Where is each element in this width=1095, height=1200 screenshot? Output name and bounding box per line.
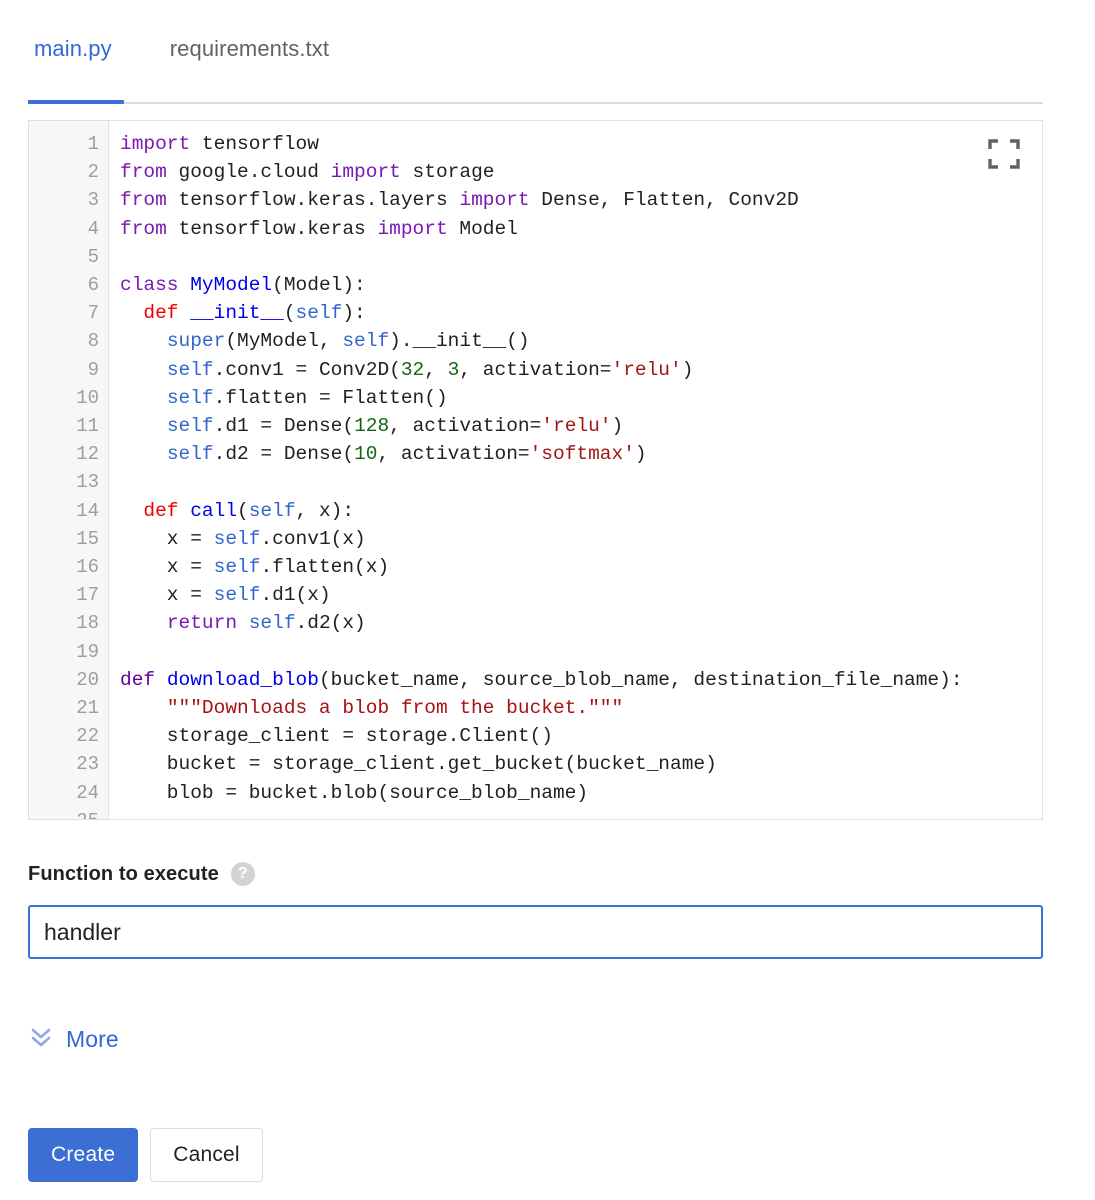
code-line: bucket = storage_client.get_bucket(bucke… [120,753,717,776]
tab-list: main.py requirements.txt [28,36,1043,82]
line-number: 6 [87,274,99,297]
line-number: 13 [76,471,99,494]
line-number: 23 [76,753,99,776]
code-line: x = self.conv1(x) [120,527,366,550]
line-number: 1 [87,133,99,155]
line-number: 24 [76,781,99,804]
action-buttons: Create Cancel [28,1128,263,1182]
more-toggle[interactable]: More [30,1025,119,1054]
more-label: More [66,1026,119,1052]
code-line: def call(self, x): [143,499,355,522]
line-number: 12 [76,443,99,466]
line-number: 14 [76,499,99,522]
line-number: 22 [76,725,99,748]
line-numbers: 1234567891011121314151617181920212223242… [29,121,108,819]
line-number-gutter: 1234567891011121314151617181920212223242… [29,121,109,819]
code-content[interactable]: import tensorflow from google.cloud impor… [110,121,1042,819]
line-number: 18 [76,612,99,635]
line-number: 2 [87,161,99,184]
create-button[interactable]: Create [28,1128,139,1182]
line-number: 16 [76,556,99,579]
code-line: self.d2 = Dense(10, activation='softmax'… [166,443,647,466]
tab-baseline-divider [28,102,1043,104]
line-number: 21 [76,697,99,720]
code-line: def download_blob(bucket_name, source_bl… [120,668,963,691]
code-line: super(MyModel, self).__init__() [166,330,530,353]
line-number: 20 [76,668,99,691]
function-to-execute-label-row: Function to execute ? [28,862,255,886]
code-line: self.d1 = Dense(128, activation='relu') [166,415,624,438]
active-tab-indicator [28,100,124,104]
code-line: from tensorflow.keras.layers import Dens… [120,189,799,212]
code-line: import tensorflow [120,133,319,155]
line-number: 11 [76,415,99,438]
code-line: self.conv1 = Conv2D(32, 3, activation='r… [166,358,694,381]
line-number: 15 [76,527,99,550]
double-chevron-down-icon [30,1025,52,1054]
file-tabs: main.py requirements.txt [28,36,1043,104]
tab-main-py[interactable]: main.py [28,36,118,76]
function-editor-page: main.py requirements.txt 1 2 3 4 5 6 7 8 9 10 11 12… [0,0,1095,1200]
code-line: blob = bucket.blob(source_blob_name) [120,781,589,804]
code-line: def __init__(self): [143,302,366,325]
cancel-button[interactable]: Cancel [150,1128,263,1182]
fullscreen-expand-icon[interactable] [988,139,1020,169]
code-line: self.flatten = Flatten() [166,386,448,409]
line-number: 19 [76,640,99,663]
help-circle-icon[interactable]: ? [230,862,255,886]
code-line: x = self.flatten(x) [120,556,390,579]
code-line: class MyModel(Model): [120,274,366,297]
line-number: 10 [76,386,99,409]
code-line: """Downloads a blob from the bucket.""" [166,697,624,720]
line-number: 9 [87,358,99,381]
line-number: 25 [29,807,99,819]
code-line: x = self.d1(x) [120,584,331,607]
function-to-execute-label: Function to execute [28,862,219,885]
line-number: 8 [87,330,99,353]
line-number: 17 [76,584,99,607]
function-to-execute-input[interactable] [28,905,1043,959]
code-editor[interactable]: 1234567891011121314151617181920212223242… [28,120,1043,820]
code-line: return self.d2(x) [166,612,366,635]
line-number: 5 [87,245,99,268]
line-number: 7 [87,302,99,325]
tab-requirements-txt[interactable]: requirements.txt [164,36,335,76]
code-line: from tensorflow.keras import Model [120,217,518,240]
line-number: 3 [87,189,99,212]
line-number: 4 [87,217,99,240]
code-line: storage_client = storage.Client() [120,725,553,748]
code-line: from google.cloud import storage [120,161,495,184]
